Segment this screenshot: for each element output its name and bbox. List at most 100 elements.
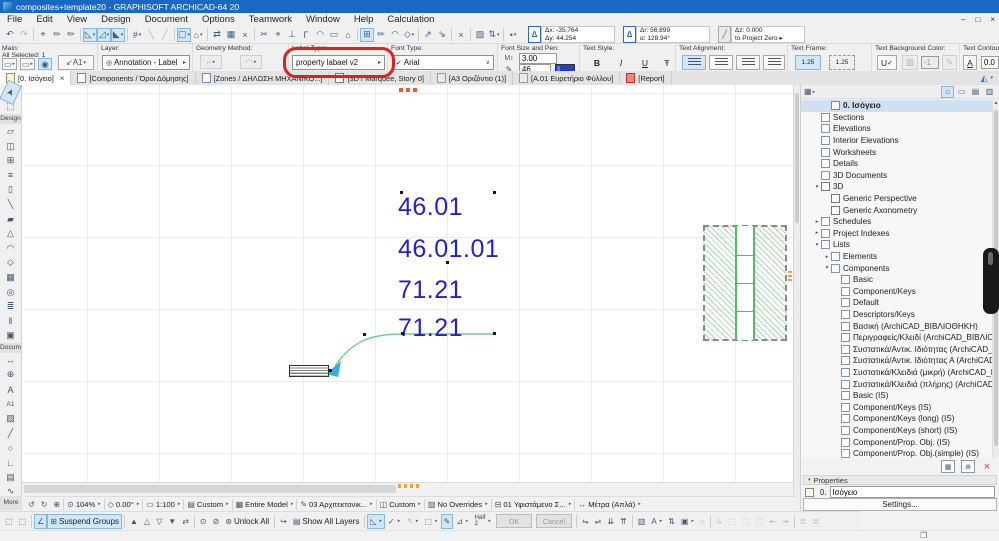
export-settings[interactable]: ⇈ xyxy=(617,514,630,529)
pen-set[interactable]: ✎ 03 Αρχιτεκτονικ... ▸ xyxy=(297,498,375,511)
graphic-override[interactable]: ▧ No Overrides ▸ xyxy=(425,498,491,511)
tree-item-14[interactable]: ▾ Components xyxy=(801,262,992,274)
selection-handle[interactable] xyxy=(401,332,404,335)
composite-element[interactable] xyxy=(289,365,329,377)
morph-tool[interactable]: ◇ xyxy=(0,256,21,271)
tree-item-10[interactable]: ▸ Schedules xyxy=(801,216,992,228)
dimension-tool[interactable]: ↔ xyxy=(0,353,21,368)
cursor-snap[interactable]: ✓ ▸ xyxy=(385,514,403,529)
geometry-associative-icon[interactable]: ◠ ▸ xyxy=(240,55,262,69)
roof-tool[interactable]: △ xyxy=(0,226,21,241)
partial-structure[interactable]: ▦ Entire Model ▸ xyxy=(233,498,297,511)
gravity-icon[interactable]: ◺ ▾ xyxy=(83,27,97,42)
selection-handle[interactable] xyxy=(329,369,332,372)
expand-icon[interactable]: ▸ xyxy=(813,230,821,236)
tree-item-1[interactable]: Sections xyxy=(801,112,992,124)
edit-elements[interactable]: ∠ xyxy=(34,513,48,529)
orientation[interactable]: ◇ 0.00° ▸ xyxy=(105,498,143,511)
settings-button[interactable]: Settings... xyxy=(803,498,997,511)
project-map-icon[interactable]: ⌂ xyxy=(941,85,954,98)
tree-item-9[interactable]: Generic Axonometry xyxy=(801,204,992,216)
bring-forward[interactable]: △ xyxy=(141,514,153,529)
tree-item-29[interactable]: Component/Prop. Obj. (IS) xyxy=(801,436,992,448)
menu-design[interactable]: Design xyxy=(94,14,138,25)
tree-item-24[interactable]: Συστατικά/Κλειδιά (πλήρης) (ArchiCAD_ΒΙΒ… xyxy=(801,378,992,390)
column-tool[interactable]: ▯ xyxy=(0,183,21,198)
lower-story-icon[interactable]: ⇘ xyxy=(435,28,449,42)
tree-item-0[interactable]: 0. Ισόγειο xyxy=(801,100,992,112)
send-to-back[interactable]: ▼ xyxy=(165,514,179,529)
transfer-parameters[interactable]: ⇋ xyxy=(579,514,592,529)
cancel-button[interactable]: Cancel xyxy=(535,514,572,528)
label-text-2[interactable]: 71.21 xyxy=(398,276,463,305)
guide-segment-icon[interactable]: ╱ xyxy=(158,28,172,42)
polyline-tool[interactable]: ∟ xyxy=(0,455,21,470)
bg-color-icon[interactable]: ✎ xyxy=(942,55,957,70)
tree-item-28[interactable]: Component/Keys (short) (IS) xyxy=(801,425,992,437)
tree-item-21[interactable]: Συστατικά/Αντικ. Ιδιότητας (ArchiCAD_ΒΙΒ… xyxy=(801,343,992,355)
tree-item-11[interactable]: ▸ Project Indexes xyxy=(801,228,992,240)
tree-item-12[interactable]: ▾ Lists xyxy=(801,239,992,251)
tab-2[interactable]: [Zones / ΔΗΛΩΣΗ ΜΗΧΑΝΙΚΟ...] xyxy=(196,71,330,85)
grid-snap-icon[interactable]: ⊞ xyxy=(360,27,375,42)
wall-tool[interactable]: ▱ xyxy=(0,124,21,139)
beam-tool[interactable]: ╲ xyxy=(0,197,21,212)
tab-5[interactable]: [A.01 Ευρετήριο Φύλλου] xyxy=(513,71,621,85)
layout-book-icon[interactable]: ▤ xyxy=(969,86,982,98)
tree-item-22[interactable]: Συστατικά/Αντικ. Ιδιότητας Α (ArchiCAD_Β… xyxy=(801,355,992,367)
morph-edit-icon[interactable]: ◇ ▾ xyxy=(402,28,416,42)
lock-elements[interactable]: ⊙ xyxy=(197,514,210,529)
scale[interactable]: ▭ 1:100 ▸ xyxy=(143,498,183,511)
redo-icon[interactable]: ↷ xyxy=(17,28,31,42)
layer-dropdown[interactable]: ◎ Annotation - Label ▸ xyxy=(102,55,190,70)
menu-file[interactable]: File xyxy=(0,14,29,25)
settings-dialog-icon[interactable]: ▭ ▸ xyxy=(2,58,17,70)
fillet-chamfer-icon[interactable]: Γ xyxy=(299,28,313,42)
pick-up-parameters-icon[interactable]: ⌖ xyxy=(36,28,50,42)
tracker-xy-icon[interactable]: Δ xyxy=(528,26,542,43)
align-left-button[interactable] xyxy=(682,55,706,70)
italic-button[interactable]: I xyxy=(613,55,629,70)
guide-line-icon[interactable]: ╲ xyxy=(144,28,158,42)
expand-icon[interactable]: ▸ xyxy=(823,254,831,260)
selection-handle[interactable] xyxy=(493,332,496,335)
menu-view[interactable]: View xyxy=(60,14,94,25)
swap-order[interactable]: ⇄ xyxy=(179,514,192,529)
marquee-options-icon[interactable]: ▢ ▾ xyxy=(177,27,192,42)
hide-layer[interactable]: ↪ xyxy=(277,514,290,529)
selection-handle[interactable] xyxy=(446,261,449,264)
story-name-input[interactable] xyxy=(829,486,995,498)
close-icon[interactable]: × xyxy=(990,15,995,24)
clear-icon[interactable]: × xyxy=(238,28,252,42)
save-view-icon[interactable]: ▦ xyxy=(941,460,955,473)
properties-header[interactable]: ▾ Properties xyxy=(803,475,997,485)
figure-tool[interactable]: ▤ xyxy=(0,470,21,485)
favorites[interactable]: ▥ xyxy=(635,514,649,529)
align-left[interactable]: ↳ xyxy=(713,514,726,529)
align-justify[interactable]: ⬚ xyxy=(753,514,767,529)
tree-item-26[interactable]: Component/Keys (IS) xyxy=(801,401,992,413)
select-marquee[interactable]: ⬚ xyxy=(16,514,30,529)
intersect-icon[interactable]: ⊥ xyxy=(285,28,299,42)
list-format-2[interactable]: ≣ xyxy=(809,514,822,529)
save-favorite[interactable]: ▣ ▸ xyxy=(678,514,697,529)
snap-point-half[interactable]: Half 2 ▸ xyxy=(471,514,494,529)
tree-item-8[interactable]: Generic Perspective xyxy=(801,193,992,205)
hscroll-thumb[interactable] xyxy=(24,485,396,493)
toolbox-more-label[interactable]: More xyxy=(0,496,22,510)
editing-plane[interactable]: ✎ xyxy=(440,513,454,529)
hatched-zone-element[interactable] xyxy=(703,225,787,341)
model-view-options[interactable]: ◫ Custom ▸ xyxy=(377,498,424,511)
undo-icon[interactable]: ↶ xyxy=(3,28,17,42)
guide-lines-toggle[interactable]: ↰ ▸ xyxy=(403,514,421,529)
unlock-elements[interactable]: ⊘ xyxy=(210,514,223,529)
tree-item-30[interactable]: Component/Prop. Obj.(simple) (IS) xyxy=(801,448,992,458)
label-text-0[interactable]: 46.01 xyxy=(398,193,463,222)
resize-icon[interactable]: ▭ xyxy=(327,28,341,42)
select-previous[interactable]: ⬚ xyxy=(2,514,16,529)
apply-parameters[interactable]: ⇌ xyxy=(592,514,605,529)
previous-zoom[interactable]: ↺ xyxy=(25,498,38,511)
maximize-icon[interactable]: □ xyxy=(975,15,980,24)
window-dock-icon[interactable]: ❐ xyxy=(920,531,927,540)
font-size-field[interactable]: 3.00 xyxy=(519,53,557,64)
